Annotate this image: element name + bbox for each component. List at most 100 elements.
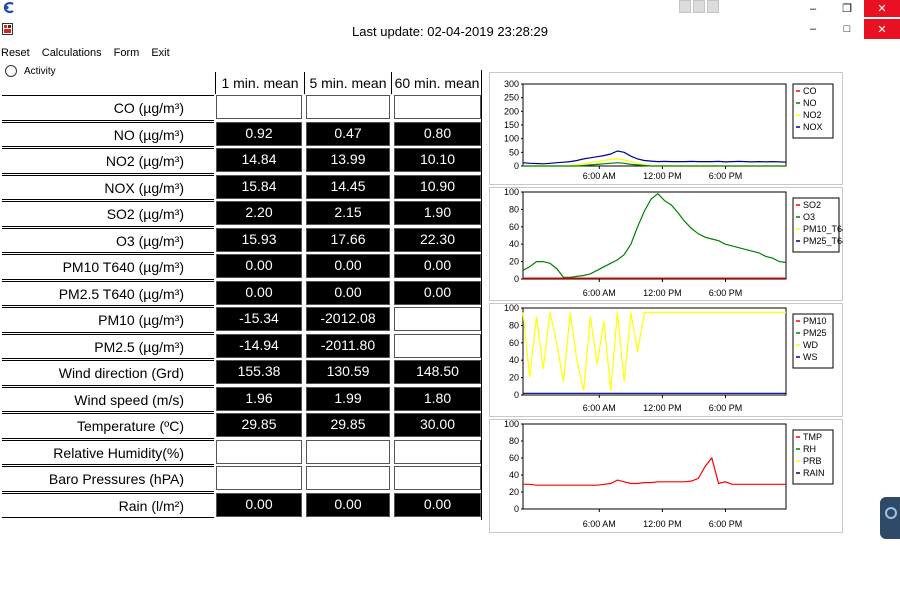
parameter-label: Wind direction (Grd) <box>2 360 214 386</box>
y-tick-label: 250 <box>504 93 519 103</box>
value-cell <box>394 439 481 464</box>
value-cell: 15.84 <box>216 174 302 199</box>
x-tick-label: 6:00 PM <box>709 171 743 181</box>
value-cell: 155.38 <box>216 360 302 384</box>
value-cell: -2011.80 <box>306 333 390 358</box>
table-row: 29.85 29.85 30.00 <box>214 413 483 440</box>
parameter-label: Rain (l/m²) <box>2 492 214 518</box>
menu-bar: Reset Calculations Form Exit <box>0 46 182 63</box>
y-tick-label: 20 <box>509 257 519 267</box>
menu-reset[interactable]: Reset <box>0 46 36 63</box>
table-row: 15.84 14.45 10.90 <box>214 174 483 202</box>
value-cell: 0.00 <box>216 280 302 305</box>
parameter-label-column: CO (µg/m³) NO (µg/m³) NO2 (µg/m³) NOX (µg/m… <box>2 95 214 519</box>
value-cell <box>306 466 390 490</box>
value-cell <box>394 466 481 490</box>
outer-minimize-button[interactable]: – <box>796 0 830 17</box>
value-cell: 15.93 <box>216 227 302 252</box>
app-maximize-button[interactable]: □ <box>830 19 864 39</box>
grid-icon[interactable] <box>679 0 691 13</box>
value-cell: 0.92 <box>216 121 302 146</box>
legend-entry: CO <box>803 86 817 96</box>
legend-entry: RAIN <box>803 468 825 478</box>
menu-exit[interactable]: Exit <box>151 46 175 63</box>
parameter-label: NO2 (µg/m³) <box>2 148 214 174</box>
value-cell: 0.00 <box>306 492 390 517</box>
y-tick-label: 60 <box>509 453 519 463</box>
window-mini-toolbar <box>679 0 719 14</box>
value-cell: 148.50 <box>394 360 481 384</box>
y-tick-label: 40 <box>509 470 519 480</box>
menu-calculations[interactable]: Calculations <box>42 46 108 63</box>
x-tick-label: 12:00 PM <box>643 288 682 298</box>
x-tick-label: 6:00 AM <box>583 519 616 529</box>
value-cell: 2.20 <box>216 201 302 225</box>
side-assistant-tab[interactable] <box>880 497 900 539</box>
y-tick-label: 0 <box>514 390 519 400</box>
y-tick-label: 100 <box>504 187 519 197</box>
y-tick-label: 80 <box>509 436 519 446</box>
value-cell: 1.90 <box>394 201 481 225</box>
y-tick-label: 100 <box>504 419 519 429</box>
x-tick-label: 12:00 PM <box>643 403 682 413</box>
app-logo-icon <box>3 2 14 13</box>
table-row: 155.38 130.59 148.50 <box>214 360 483 387</box>
trend-chart: 100 80 60 40 20 0 6:00 AM 12:00 PM 6:00 PM SO2 O3 P… <box>489 187 843 301</box>
legend-entry: PRB <box>803 456 822 466</box>
expand-icon[interactable] <box>693 0 705 13</box>
legend-entry: TMP <box>803 432 822 442</box>
table-row <box>214 95 483 122</box>
table-row: 15.93 17.66 22.30 <box>214 227 483 255</box>
table-row: 0.00 0.00 0.00 <box>214 254 483 281</box>
value-cell: 0.00 <box>394 254 481 278</box>
outer-window-titlebar: – ❐ ✕ <box>0 0 900 17</box>
trend-chart: 300 250 200 150 100 50 0 6:00 AM 12:00 PM 6:00 PM… <box>489 72 843 185</box>
value-cell <box>394 333 481 358</box>
parameter-label: PM10 (µg/m³) <box>2 307 214 333</box>
x-tick-label: 12:00 PM <box>643 171 682 181</box>
legend-entry: NO <box>803 98 817 108</box>
app-minimize-button[interactable]: – <box>796 19 830 39</box>
outer-close-button[interactable]: ✕ <box>864 0 900 17</box>
y-tick-label: 100 <box>504 134 519 144</box>
y-tick-label: 200 <box>504 106 519 116</box>
chevron-down-icon[interactable] <box>707 0 719 13</box>
x-tick-label: 6:00 PM <box>709 288 743 298</box>
table-divider <box>481 70 482 520</box>
outer-restore-button[interactable]: ❐ <box>830 0 864 17</box>
legend-entry: WD <box>803 340 818 350</box>
value-cell <box>306 95 390 119</box>
x-tick-label: 12:00 PM <box>643 519 682 529</box>
value-cell: -15.34 <box>216 307 302 331</box>
activity-radio[interactable] <box>5 65 17 77</box>
value-cell: 130.59 <box>306 360 390 384</box>
value-cell <box>394 95 481 119</box>
value-cell: 1.96 <box>216 386 302 411</box>
value-cell: 30.00 <box>394 413 481 437</box>
chart-svg: 100 80 60 40 20 0 6:00 AM 12:00 PM 6:00 PM PM10 PM… <box>489 303 843 417</box>
value-cell: 2.15 <box>306 201 390 225</box>
parameter-label: O3 (µg/m³) <box>2 227 214 253</box>
app-close-button[interactable]: ✕ <box>864 19 900 39</box>
legend-entry: WS <box>803 352 818 362</box>
value-cell <box>216 95 302 119</box>
parameter-label: PM10 T640 (µg/m³) <box>2 254 214 280</box>
legend-entry: PM25_T640 <box>803 236 843 246</box>
value-cell: 29.85 <box>306 413 390 437</box>
value-cell: 0.00 <box>394 280 481 305</box>
legend-entry: PM10 <box>803 316 827 326</box>
value-cell: 1.80 <box>394 386 481 411</box>
menu-form[interactable]: Form <box>114 46 146 63</box>
column-header-1min: 1 min. mean <box>215 72 304 94</box>
chart-svg: 100 80 60 40 20 0 6:00 AM 12:00 PM 6:00 PM SO2 O3 P… <box>489 187 843 301</box>
value-cell <box>394 307 481 331</box>
charts-panel: 300 250 200 150 100 50 0 6:00 AM 12:00 PM 6:00 PM… <box>489 72 843 533</box>
trend-chart: 100 80 60 40 20 0 6:00 AM 12:00 PM 6:00 PM TMP RH P… <box>489 419 843 533</box>
plot-area <box>522 423 787 510</box>
value-cell: -14.94 <box>216 333 302 358</box>
y-tick-label: 0 <box>514 161 519 171</box>
value-cell: -2012.08 <box>306 307 390 331</box>
table-row: 0.00 0.00 0.00 <box>214 280 483 308</box>
table-row <box>214 466 483 493</box>
activity-option[interactable]: Activity <box>5 65 56 77</box>
